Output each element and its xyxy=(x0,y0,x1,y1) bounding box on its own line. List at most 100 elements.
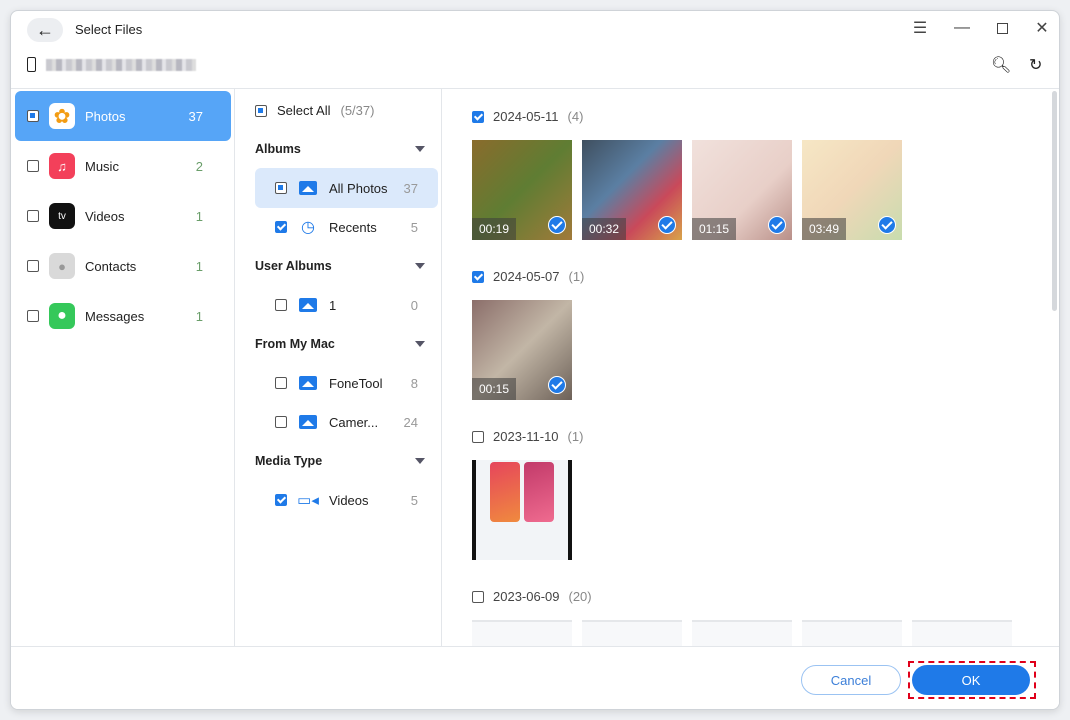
label: 1 xyxy=(329,297,337,313)
image-icon xyxy=(299,297,317,313)
footer: Cancel OK xyxy=(11,646,1059,709)
checkbox[interactable] xyxy=(27,160,39,172)
album-fonetool[interactable]: FoneTool 8 xyxy=(255,363,438,403)
album-panel: Select All (5/37) Albums All Photos 37 ◷ Re… xyxy=(235,89,442,646)
section-albums: Albums xyxy=(255,142,425,156)
count: (1) xyxy=(568,269,585,284)
category-photos[interactable]: ✿ Photos 37 xyxy=(15,91,231,141)
media-type-videos[interactable]: ▭◂ Videos 5 xyxy=(255,480,438,520)
label: FoneTool xyxy=(329,375,383,391)
cancel-button[interactable]: Cancel xyxy=(801,665,901,695)
checkbox[interactable] xyxy=(275,377,287,389)
photo-thumbnail[interactable] xyxy=(692,620,792,646)
select-all-checkbox[interactable] xyxy=(255,104,267,117)
back-button[interactable]: ← xyxy=(27,18,63,42)
section-title: User Albums xyxy=(255,259,332,273)
selected-check-icon[interactable] xyxy=(548,376,566,394)
checkbox[interactable] xyxy=(27,210,39,222)
arrow-left-icon: ← xyxy=(36,19,54,40)
duration: 00:19 xyxy=(472,218,517,240)
collapse-icon[interactable] xyxy=(415,458,425,464)
date-group-header: 2024-05-11 (4) xyxy=(472,109,583,124)
refresh-icon[interactable]: ↻ xyxy=(1029,55,1042,75)
collapse-icon[interactable] xyxy=(415,263,425,269)
collapse-icon[interactable] xyxy=(415,146,425,152)
minimize-button[interactable]: — xyxy=(951,17,973,39)
selected-check-icon[interactable] xyxy=(548,216,566,234)
menu-icon[interactable]: ☰ xyxy=(909,17,931,39)
scrollbar[interactable] xyxy=(1052,91,1057,311)
photo-thumbnail[interactable] xyxy=(472,460,572,560)
video-thumbnail[interactable]: 01:15 xyxy=(692,140,792,240)
album-camera[interactable]: Camer... 24 xyxy=(255,402,438,442)
date-group-header: 2023-06-09 (20) xyxy=(472,589,592,604)
checkbox[interactable] xyxy=(27,260,39,272)
checkbox[interactable] xyxy=(275,299,287,311)
duration: 00:32 xyxy=(582,218,627,240)
maximize-button[interactable] xyxy=(991,17,1013,39)
device-name xyxy=(27,57,196,72)
count: 37 xyxy=(403,180,418,196)
contacts-app-icon: ● xyxy=(49,253,75,279)
phone-icon xyxy=(27,57,36,72)
category-music[interactable]: ♫ Music 2 xyxy=(15,141,231,191)
label: Recents xyxy=(329,219,377,235)
count: 1 xyxy=(195,308,203,324)
select-all[interactable]: Select All (5/37) xyxy=(255,103,374,118)
selected-check-icon[interactable] xyxy=(768,216,786,234)
photo-thumbnail[interactable] xyxy=(472,620,572,646)
count: 5 xyxy=(410,219,418,235)
video-thumbnail[interactable]: 03:49 xyxy=(802,140,902,240)
checkbox[interactable] xyxy=(275,221,287,233)
section-title: From My Mac xyxy=(255,337,335,351)
checkbox[interactable] xyxy=(275,416,287,428)
count: (1) xyxy=(567,429,584,444)
select-count: (5/37) xyxy=(340,103,375,118)
category-messages[interactable]: ● Messages 1 xyxy=(15,291,231,341)
photo-thumbnail[interactable] xyxy=(802,620,902,646)
group-checkbox[interactable] xyxy=(472,430,484,443)
label: Photos xyxy=(85,108,126,124)
checkbox[interactable] xyxy=(275,182,287,194)
close-button[interactable]: ✕ xyxy=(1031,17,1053,39)
section-from-my-mac: From My Mac xyxy=(255,337,425,351)
collapse-icon[interactable] xyxy=(415,341,425,347)
category-videos[interactable]: tv Videos 1 xyxy=(15,191,231,241)
selected-check-icon[interactable] xyxy=(658,216,676,234)
window-title: Select Files xyxy=(75,22,143,37)
label: Videos xyxy=(85,208,125,224)
duration: 03:49 xyxy=(802,218,847,240)
date: 2024-05-07 xyxy=(493,269,560,284)
messages-app-icon: ● xyxy=(49,303,75,329)
tv-app-icon: tv xyxy=(49,203,75,229)
checkbox[interactable] xyxy=(275,494,287,506)
album-all-photos[interactable]: All Photos 37 xyxy=(255,168,438,208)
photo-thumbnail[interactable] xyxy=(582,620,682,646)
album-recents[interactable]: ◷ Recents 5 xyxy=(255,207,438,247)
section-title: Media Type xyxy=(255,454,323,468)
checkbox[interactable] xyxy=(27,110,39,122)
label: Music xyxy=(85,158,119,174)
group-checkbox[interactable] xyxy=(472,270,484,283)
media-grid: 2024-05-11 (4) 00:19 00:32 01:15 03:49 20… xyxy=(442,89,1059,646)
category-sidebar: ✿ Photos 37 ♫ Music 2 tv Videos 1 ● Contacts 1 ●… xyxy=(11,89,235,646)
video-thumbnail[interactable]: 00:15 xyxy=(472,300,572,400)
search-icon[interactable]: 🔍︎ xyxy=(991,55,1011,75)
date-group-header: 2024-05-07 (1) xyxy=(472,269,584,284)
group-checkbox[interactable] xyxy=(472,590,484,603)
image-icon xyxy=(299,375,317,391)
ok-button[interactable]: OK xyxy=(912,665,1030,695)
checkbox[interactable] xyxy=(27,310,39,322)
count: (20) xyxy=(568,589,592,604)
photo-thumbnail[interactable] xyxy=(912,620,1012,646)
video-thumbnail[interactable]: 00:19 xyxy=(472,140,572,240)
album-1[interactable]: 10 xyxy=(255,285,438,325)
group-checkbox[interactable] xyxy=(472,110,484,123)
selected-check-icon[interactable] xyxy=(878,216,896,234)
category-contacts[interactable]: ● Contacts 1 xyxy=(15,241,231,291)
video-thumbnail[interactable]: 00:32 xyxy=(582,140,682,240)
date: 2023-11-10 xyxy=(493,429,559,444)
date-group-header: 2023-11-10 (1) xyxy=(472,429,583,444)
blurred-device-name xyxy=(46,58,196,71)
select-all-label: Select All xyxy=(277,103,331,118)
